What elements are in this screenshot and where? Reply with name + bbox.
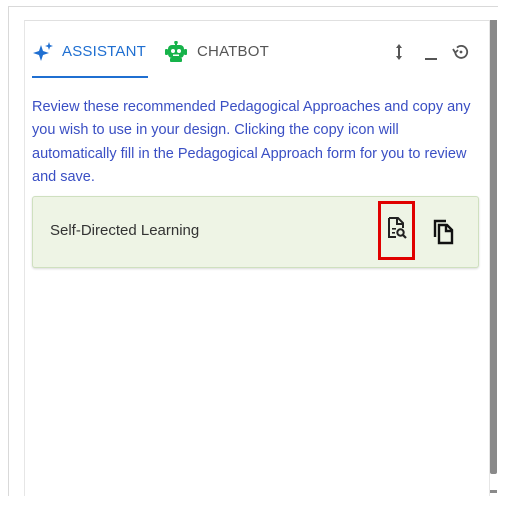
page: ASSISTANT CHATBOT Review these recommend…	[0, 0, 507, 518]
tab-assistant[interactable]: ASSISTANT	[32, 34, 148, 78]
instructions-text: Review these recommended Pedagogical App…	[32, 99, 471, 185]
scrollbar[interactable]	[490, 20, 497, 474]
document-search-icon	[386, 216, 408, 245]
sparkle-icon	[32, 41, 54, 63]
recommendation-title: Self-Directed Learning	[50, 222, 200, 239]
tab-assistant-label: ASSISTANT	[62, 43, 147, 60]
history-icon[interactable]	[451, 42, 469, 62]
preview-button[interactable]	[378, 201, 415, 260]
copy-button[interactable]	[431, 219, 455, 245]
recommendation-card: Self-Directed Learning	[32, 196, 479, 268]
robot-icon	[165, 40, 187, 63]
tab-chatbot[interactable]: CHATBOT	[165, 34, 280, 76]
minimize-icon[interactable]	[422, 42, 440, 62]
scrollbar-end	[490, 490, 497, 493]
tab-chatbot-label: CHATBOT	[197, 43, 269, 60]
copy-icon	[431, 219, 455, 249]
resize-vertical-icon[interactable]	[390, 42, 408, 62]
